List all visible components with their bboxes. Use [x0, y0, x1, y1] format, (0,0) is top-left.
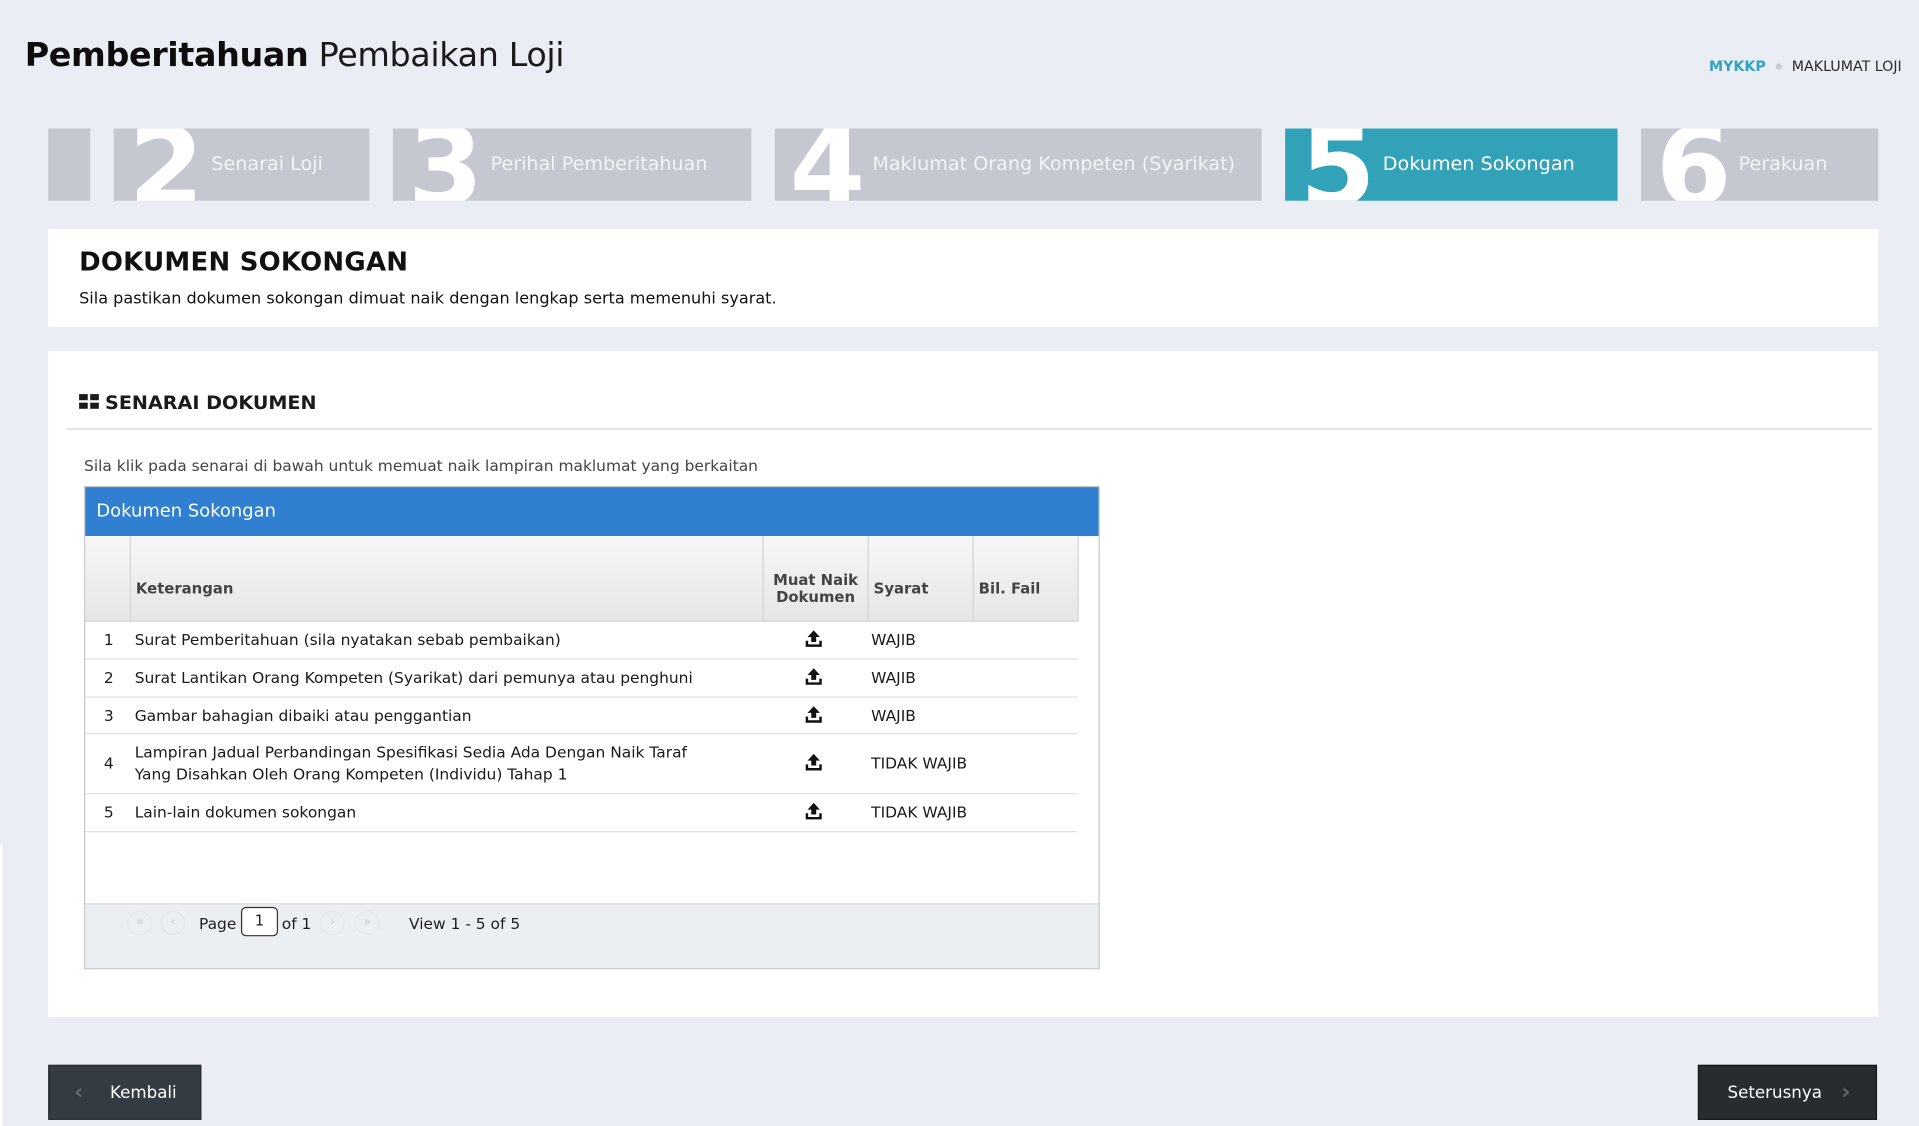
- grid-caption: Dokumen Sokongan: [85, 487, 1099, 537]
- wizard-step-6[interactable]: 6 Perakuan: [1641, 128, 1879, 201]
- step-number: 3: [407, 128, 484, 201]
- wizard-step-4[interactable]: 4 Maklumat Orang Kompeten (Syarikat): [774, 128, 1262, 201]
- breadcrumb-current: MAKLUMAT LOJI: [1791, 57, 1902, 75]
- next-button-label: Seterusnya: [1727, 1083, 1822, 1103]
- upload-icon[interactable]: [804, 802, 823, 822]
- row-number: 5: [103, 802, 114, 822]
- wizard-step-2[interactable]: 2 Senarai Loji: [113, 128, 370, 201]
- table-row[interactable]: 1 Surat Pemberitahuan (sila nyatakan seb…: [85, 622, 1078, 660]
- section-title: SENARAI DOKUMEN: [79, 391, 317, 414]
- row-description: Surat Lantikan Orang Kompeten (Syarikat)…: [134, 668, 693, 687]
- row-number: 4: [103, 753, 114, 773]
- view-records-label: View 1 - 5 of 5: [409, 914, 521, 933]
- column-header-bil-fail[interactable]: Bil. Fail: [974, 536, 1079, 622]
- upload-icon[interactable]: [804, 705, 823, 725]
- wizard-step-previous[interactable]: [48, 128, 91, 201]
- page-label: Page: [198, 914, 237, 933]
- row-description: Lain-lain dokumen sokongan: [134, 802, 357, 822]
- page-input[interactable]: 1: [240, 906, 279, 937]
- upload-icon[interactable]: [804, 629, 823, 649]
- grid-pager: « ‹ Page 1 of 1 › » View 1 - 5 of 5: [85, 904, 1099, 969]
- back-button-label: Kembali: [109, 1083, 177, 1103]
- intro-card: DOKUMEN SOKONGAN Sila pastikan dokumen s…: [48, 228, 1879, 327]
- page-title-bold: Pemberitahuan: [24, 36, 309, 75]
- page-total-label: of 1: [281, 914, 312, 933]
- step-label: Senarai Loji: [211, 152, 323, 176]
- row-description: Lampiran Jadual Perbandingan Spesifikasi…: [134, 742, 687, 784]
- row-syarat: WAJIB: [871, 668, 916, 687]
- row-syarat: TIDAK WAJIB: [871, 753, 968, 773]
- page-title: Pemberitahuan Pembaikan Loji: [24, 36, 565, 75]
- next-button[interactable]: Seterusnya ›: [1697, 1064, 1878, 1120]
- breadcrumb: MYKKP MAKLUMAT LOJI: [1709, 58, 1902, 75]
- row-syarat: WAJIB: [871, 706, 916, 725]
- column-header-no: [85, 536, 131, 622]
- first-page-button[interactable]: «: [127, 910, 152, 936]
- step-label: Perakuan: [1738, 152, 1828, 176]
- last-page-button[interactable]: »: [354, 910, 380, 936]
- section-divider: [66, 428, 1873, 430]
- documents-grid: Dokumen Sokongan Keterangan Muat Naik Dok…: [84, 485, 1100, 970]
- page-title-light: Pembaikan Loji: [318, 36, 565, 75]
- column-header-syarat[interactable]: Syarat: [869, 536, 974, 622]
- prev-page-button[interactable]: ‹: [160, 910, 186, 936]
- upload-icon[interactable]: [804, 753, 823, 773]
- table-row[interactable]: 5 Lain-lain dokumen sokongan TIDAK WAJIB: [85, 794, 1078, 833]
- intro-title: DOKUMEN SOKONGAN: [79, 247, 409, 277]
- section-title-text: SENARAI DOKUMEN: [105, 391, 317, 414]
- back-button[interactable]: ‹ Kembali: [48, 1064, 202, 1120]
- column-header-keterangan[interactable]: Keterangan: [131, 536, 764, 622]
- row-number: 3: [103, 706, 114, 725]
- grid-header: Keterangan Muat Naik Dokumen Syarat Bil. …: [85, 536, 1079, 622]
- row-number: 2: [103, 668, 114, 687]
- next-page-button[interactable]: ›: [320, 910, 345, 936]
- column-header-muat-naik[interactable]: Muat Naik Dokumen: [764, 536, 869, 622]
- step-label: Dokumen Sokongan: [1382, 152, 1575, 176]
- breadcrumb-home[interactable]: MYKKP: [1709, 58, 1766, 75]
- table-row[interactable]: 4 Lampiran Jadual Perbandingan Spesifika…: [85, 734, 1078, 795]
- row-description: Gambar bahagian dibaiki atau penggantian: [134, 706, 472, 725]
- step-number: 6: [1655, 128, 1732, 201]
- breadcrumb-separator: [1775, 63, 1782, 70]
- row-description: Surat Pemberitahuan (sila nyatakan sebab…: [134, 630, 561, 649]
- step-number: 4: [789, 128, 866, 201]
- left-edge-strip: [0, 844, 3, 1126]
- upload-icon[interactable]: [804, 667, 823, 687]
- chevron-left-icon: ‹: [74, 1079, 84, 1106]
- row-syarat: TIDAK WAJIB: [871, 802, 968, 822]
- step-label: Maklumat Orang Kompeten (Syarikat): [872, 152, 1236, 176]
- table-row[interactable]: 3 Gambar bahagian dibaiki atau pengganti…: [85, 698, 1078, 735]
- grid-icon: [79, 394, 99, 409]
- step-label: Perihal Pemberitahuan: [490, 152, 708, 176]
- row-number: 1: [103, 630, 114, 649]
- chevron-right-icon: ›: [1841, 1079, 1851, 1106]
- intro-description: Sila pastikan dokumen sokongan dimuat na…: [79, 290, 777, 309]
- table-row[interactable]: 2 Surat Lantikan Orang Kompeten (Syarika…: [85, 660, 1078, 698]
- section-hint: Sila klik pada senarai di bawah untuk me…: [84, 456, 758, 475]
- wizard-step-5[interactable]: 5 Dokumen Sokongan: [1285, 128, 1618, 201]
- row-syarat: WAJIB: [871, 630, 916, 649]
- wizard-step-3[interactable]: 3 Perihal Pemberitahuan: [392, 128, 752, 201]
- step-number: 2: [128, 128, 205, 201]
- step-number: 5: [1299, 128, 1376, 201]
